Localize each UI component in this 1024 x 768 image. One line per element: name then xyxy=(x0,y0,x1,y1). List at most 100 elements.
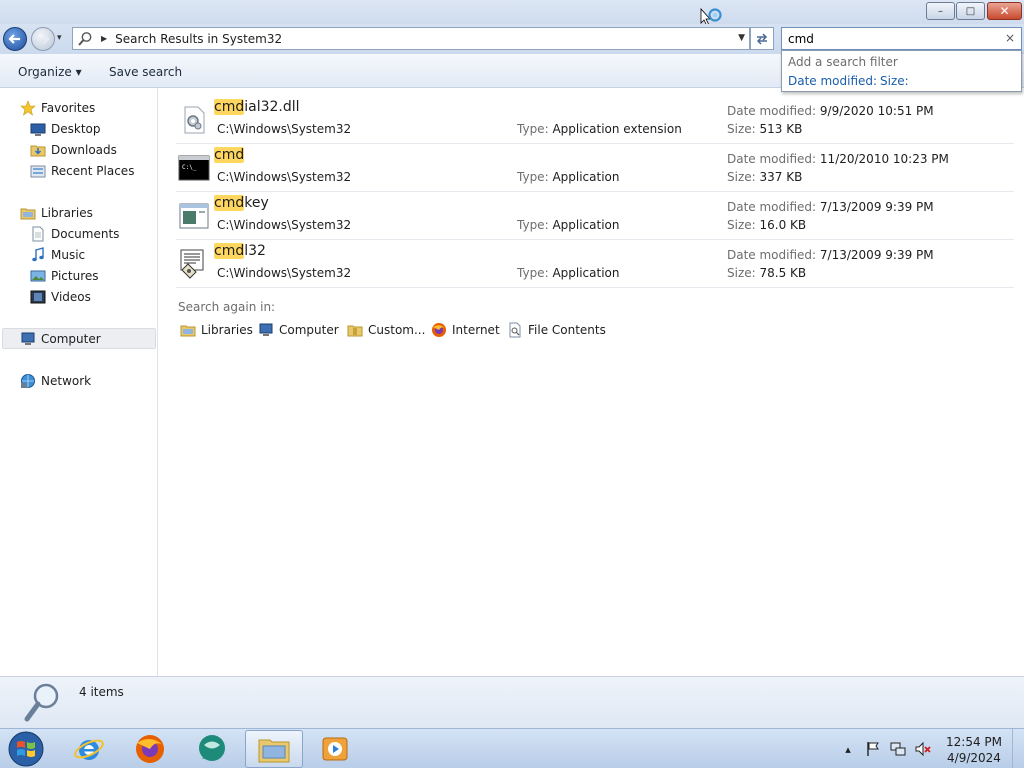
minimize-button[interactable]: – xyxy=(926,2,955,20)
taskbar-windows-explorer[interactable] xyxy=(245,730,303,768)
search-again-libraries[interactable]: Libraries xyxy=(180,321,253,339)
search-match-highlight: cmd xyxy=(214,195,245,211)
computer-icon xyxy=(259,323,273,336)
result-name[interactable]: cmdl32 xyxy=(214,243,266,259)
action-center-flag-icon[interactable] xyxy=(865,741,881,757)
result-row-cmdial32[interactable]: cmdial32.dll C:\Windows\System32 Type: A… xyxy=(176,96,1014,144)
search-again-internet[interactable]: Internet xyxy=(431,321,500,339)
close-button[interactable]: ✕ xyxy=(987,2,1022,20)
magnifier-icon xyxy=(24,683,59,722)
taskbar-chat-app[interactable] xyxy=(183,730,241,768)
maximize-button[interactable]: □ xyxy=(956,2,985,20)
sidebar-item-label: Recent Places xyxy=(51,164,135,178)
sidebar-item-label: Libraries xyxy=(41,206,93,220)
search-icon xyxy=(78,31,92,46)
sidebar-item-videos[interactable]: Videos xyxy=(30,287,91,307)
clear-search-icon[interactable]: × xyxy=(1005,31,1015,45)
start-button-windows-logo-icon[interactable] xyxy=(6,731,46,767)
sidebar-item-desktop[interactable]: Desktop xyxy=(30,119,101,139)
explorer-folder-icon xyxy=(258,739,290,763)
result-name[interactable]: cmdkey xyxy=(214,195,269,211)
type-value: Application xyxy=(552,170,620,184)
result-path: C:\Windows\System32 xyxy=(217,218,352,232)
filter-date-modified-link[interactable]: Date modified: xyxy=(788,74,877,88)
recent-places-icon xyxy=(30,165,46,178)
sidebar-item-network[interactable]: Network xyxy=(20,371,91,391)
size-label: Size: xyxy=(727,266,756,280)
search-again-computer[interactable]: Computer xyxy=(258,321,339,339)
save-search-button[interactable]: Save search xyxy=(109,65,182,79)
show-hidden-icons-button[interactable]: ▴ xyxy=(840,741,856,757)
date-label: Date modified: xyxy=(727,200,817,214)
sidebar-item-downloads[interactable]: Downloads xyxy=(30,140,117,160)
taskbar: ▴ 12:54 PM 4/9/2024 xyxy=(0,728,1024,768)
result-name-rest: key xyxy=(244,195,269,211)
forward-button[interactable] xyxy=(31,27,55,51)
downloads-folder-icon xyxy=(30,145,46,157)
size-value: 337 KB xyxy=(759,170,803,184)
breadcrumb-arrow-icon[interactable]: ▶ xyxy=(101,34,107,43)
sidebar-item-recent-places[interactable]: Recent Places xyxy=(30,161,134,181)
command-prompt-icon: C:\_ xyxy=(178,155,210,181)
sidebar-item-libraries[interactable]: Libraries xyxy=(20,203,93,223)
taskbar-firefox[interactable] xyxy=(121,730,179,768)
explorer-window: – □ ✕ ▾ ▶ Search Results in System32 ▼ c… xyxy=(0,0,1024,728)
sidebar-item-favorites[interactable]: Favorites xyxy=(20,98,95,118)
result-name[interactable]: cmd xyxy=(214,147,245,163)
search-again-option-label: Computer xyxy=(279,323,339,337)
result-row-cmd[interactable]: C:\_ cmd C:\Windows\System32 Type: Appli… xyxy=(176,144,1014,192)
breadcrumb[interactable]: Search Results in System32 xyxy=(115,32,282,46)
result-date: Date modified: 11/20/2010 10:23 PM xyxy=(727,152,949,166)
result-size: Size: 16.0 KB xyxy=(727,218,806,232)
documents-icon xyxy=(32,226,44,242)
type-label: Type: xyxy=(517,266,549,280)
network-status-icon[interactable] xyxy=(890,741,906,757)
search-again-custom[interactable]: Custom... xyxy=(347,321,425,339)
recent-pages-dropdown[interactable]: ▾ xyxy=(57,33,62,43)
back-button[interactable] xyxy=(3,27,27,51)
search-match-highlight: cmd xyxy=(214,99,245,115)
date-label: Date modified: xyxy=(727,152,817,166)
sidebar-item-documents[interactable]: Documents xyxy=(30,224,119,244)
date-label: Date modified: xyxy=(727,104,817,118)
type-value: Application xyxy=(552,266,620,280)
address-dropdown-button[interactable]: ▼ xyxy=(738,33,745,43)
taskbar-clock[interactable]: 12:54 PM 4/9/2024 xyxy=(944,734,1004,766)
filter-size-link[interactable]: Size: xyxy=(880,74,909,88)
network-icon xyxy=(21,374,35,388)
chat-bubble-icon xyxy=(199,735,225,761)
organize-button[interactable]: Organize ▾ xyxy=(18,65,82,79)
volume-muted-icon[interactable] xyxy=(915,741,931,757)
search-results-pane: cmdial32.dll C:\Windows\System32 Type: A… xyxy=(160,88,1024,676)
taskbar-internet-explorer[interactable] xyxy=(60,730,118,768)
title-bar: – □ ✕ xyxy=(0,0,1024,27)
search-again-label: Search again in: xyxy=(178,300,276,314)
installer-icon xyxy=(180,249,204,279)
firefox-icon xyxy=(432,323,446,337)
result-size: Size: 513 KB xyxy=(727,122,802,136)
show-desktop-button[interactable] xyxy=(1012,729,1024,768)
music-note-icon xyxy=(32,247,44,262)
date-value: 7/13/2009 9:39 PM xyxy=(819,200,934,214)
sidebar-item-pictures[interactable]: Pictures xyxy=(30,266,99,286)
sidebar-item-computer[interactable]: Computer xyxy=(20,329,101,349)
sidebar-item-label: Music xyxy=(51,248,86,262)
address-bar[interactable]: ▶ Search Results in System32 ▼ xyxy=(72,27,750,50)
size-label: Size: xyxy=(727,122,756,136)
sidebar-item-music[interactable]: Music xyxy=(30,245,85,265)
search-input[interactable] xyxy=(788,31,998,46)
refresh-button[interactable] xyxy=(750,27,774,50)
result-name[interactable]: cmdial32.dll xyxy=(214,99,300,115)
search-box[interactable]: × xyxy=(781,27,1022,50)
result-size: Size: 78.5 KB xyxy=(727,266,806,280)
media-player-icon xyxy=(322,737,348,761)
result-row-cmdl32[interactable]: cmdl32 C:\Windows\System32 Type: Applica… xyxy=(176,240,1014,288)
item-count: 4 items xyxy=(79,685,124,699)
result-row-cmdkey[interactable]: cmdkey C:\Windows\System32 Type: Applica… xyxy=(176,192,1014,240)
taskbar-media-player[interactable] xyxy=(306,730,364,768)
result-path: C:\Windows\System32 xyxy=(217,170,352,184)
type-label: Type: xyxy=(517,122,549,136)
result-size: Size: 337 KB xyxy=(727,170,802,184)
file-contents-icon xyxy=(509,322,521,338)
search-again-file-contents[interactable]: File Contents xyxy=(507,321,606,339)
